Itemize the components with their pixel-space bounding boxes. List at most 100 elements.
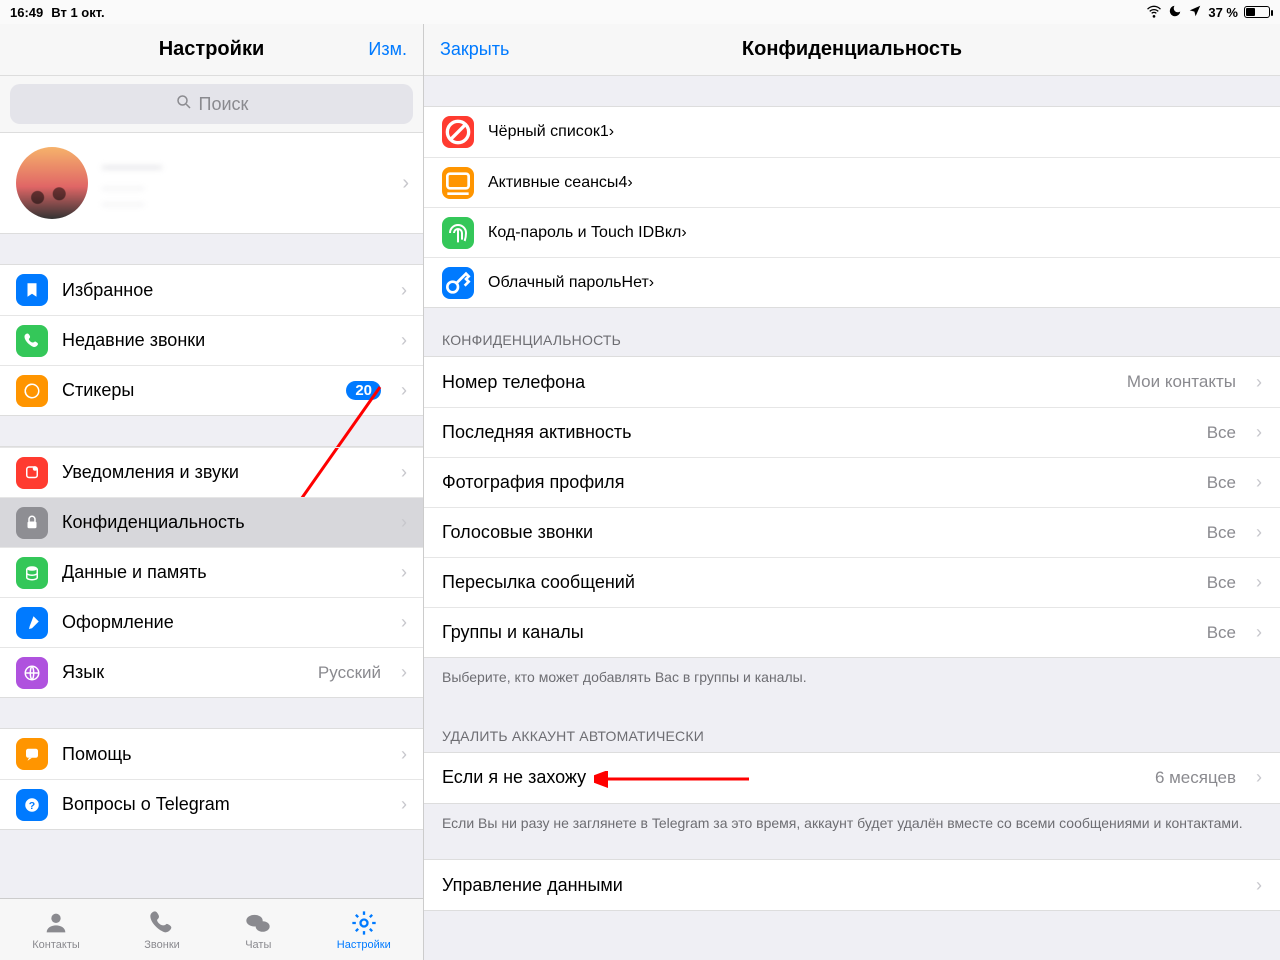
- row-privacy[interactable]: Пересылка сообщенийВсе›: [424, 557, 1280, 607]
- row-value: Мои контакты: [1127, 372, 1236, 392]
- sidebar-item-sticker[interactable]: Стикеры 20 ›: [0, 365, 423, 415]
- row-monitor[interactable]: Активные сеансы4›: [424, 157, 1280, 207]
- wifi-icon: [1146, 3, 1162, 22]
- tab-contacts[interactable]: Контакты: [32, 909, 80, 951]
- privacy-section-header: КОНФИДЕНЦИАЛЬНОСТЬ: [424, 308, 1280, 356]
- moon-icon: [1168, 4, 1182, 21]
- sidebar-header: Настройки Изм.: [0, 24, 423, 76]
- row-label: Чёрный список: [488, 123, 600, 141]
- chevron-right-icon: ›: [609, 123, 614, 141]
- chevron-right-icon: ›: [681, 224, 686, 242]
- block-icon: [442, 116, 474, 148]
- sidebar-item-bookmark[interactable]: Избранное ›: [0, 265, 423, 315]
- sidebar-item-question[interactable]: ?Вопросы о Telegram›: [0, 779, 423, 829]
- row-fingerprint[interactable]: Код-пароль и Touch IDВкл›: [424, 207, 1280, 257]
- row-data-management[interactable]: Управление данными ›: [424, 860, 1280, 910]
- privacy-section-footer: Выберите, кто может добавлять Вас в груп…: [424, 658, 1280, 692]
- status-bar: 16:49 Вт 1 окт. 37 %: [0, 0, 1280, 24]
- search-placeholder: Поиск: [199, 94, 249, 115]
- delete-section-footer: Если Вы ни разу не заглянете в Telegram …: [424, 804, 1280, 838]
- row-label: Активные сеансы: [488, 174, 618, 192]
- lock-icon: [16, 507, 48, 539]
- close-button[interactable]: Закрыть: [440, 39, 509, 60]
- brush-icon: [16, 607, 48, 639]
- tab-bar: Контакты Звонки Чаты Настройки: [0, 898, 423, 960]
- row-label: Облачный пароль: [488, 274, 622, 292]
- chevron-right-icon: ›: [401, 380, 407, 401]
- row-privacy[interactable]: Группы и каналыВсе›: [424, 607, 1280, 657]
- detail-panel: Закрыть Конфиденциальность Чёрный список…: [424, 24, 1280, 960]
- row-value: Нет: [622, 274, 649, 292]
- chevron-right-icon: ›: [402, 172, 409, 195]
- chevron-right-icon: ›: [1256, 472, 1262, 493]
- search-input[interactable]: Поиск: [10, 84, 413, 124]
- chevron-right-icon: ›: [401, 330, 407, 351]
- phone-icon: [16, 325, 48, 357]
- chevron-right-icon: ›: [1256, 572, 1262, 593]
- sidebar-item-globe[interactable]: ЯзыкРусский›: [0, 647, 423, 697]
- tab-calls[interactable]: Звонки: [144, 909, 180, 951]
- row-block[interactable]: Чёрный список1›: [424, 107, 1280, 157]
- chevron-right-icon: ›: [401, 744, 407, 765]
- sidebar-item-phone[interactable]: Недавние звонки›: [0, 315, 423, 365]
- row-key[interactable]: Облачный парольНет›: [424, 257, 1280, 307]
- sidebar-item-label: Оформление: [62, 612, 174, 633]
- row-if-away[interactable]: Если я не захожу 6 месяцев ›: [424, 753, 1280, 803]
- row-privacy[interactable]: Номер телефона Мои контакты ›: [424, 357, 1280, 407]
- chevron-right-icon: ›: [1256, 767, 1262, 788]
- sidebar-item-label: Данные и память: [62, 562, 207, 583]
- chevron-right-icon: ›: [401, 794, 407, 815]
- sticker-icon: [16, 375, 48, 407]
- sidebar-item-brush[interactable]: Оформление ›: [0, 597, 423, 647]
- profile-row[interactable]: ——— ——— ——— ›: [0, 132, 423, 234]
- row-value: Все: [1207, 573, 1236, 593]
- sidebar-item-label: Избранное: [62, 280, 153, 301]
- chevron-right-icon: ›: [1256, 422, 1262, 443]
- tab-settings[interactable]: Настройки: [337, 909, 391, 951]
- sidebar-item-label: Язык: [62, 662, 104, 683]
- sidebar-item-label: Помощь: [62, 744, 132, 765]
- row-privacy[interactable]: Голосовые звонкиВсе›: [424, 507, 1280, 557]
- row-value: Все: [1207, 523, 1236, 543]
- bell-icon: [16, 457, 48, 489]
- sidebar-title: Настройки: [159, 38, 265, 61]
- search-icon: [175, 93, 193, 116]
- detail-title: Конфиденциальность: [742, 38, 962, 61]
- sidebar-item-label: Стикеры: [62, 380, 134, 401]
- status-time: 16:49: [10, 5, 43, 20]
- data-icon: [16, 557, 48, 589]
- chevron-right-icon: ›: [401, 462, 407, 483]
- key-icon: [442, 267, 474, 299]
- row-label: Номер телефона: [442, 372, 585, 393]
- avatar: [16, 147, 88, 219]
- edit-button[interactable]: Изм.: [368, 39, 407, 60]
- row-privacy[interactable]: Фотография профиляВсе›: [424, 457, 1280, 507]
- chevron-right-icon: ›: [1256, 522, 1262, 543]
- chevron-right-icon: ›: [1256, 372, 1262, 393]
- sidebar-item-lock[interactable]: Конфиденциальность›: [0, 497, 423, 547]
- row-value: Все: [1207, 623, 1236, 643]
- fingerprint-icon: [442, 217, 474, 249]
- monitor-icon: [442, 167, 474, 199]
- sidebar-item-bell[interactable]: Уведомления и звуки ›: [0, 447, 423, 497]
- detail-header: Закрыть Конфиденциальность: [424, 24, 1280, 76]
- chevron-right-icon: ›: [1256, 875, 1262, 896]
- sidebar-item-chat[interactable]: Помощь ›: [0, 729, 423, 779]
- chevron-right-icon: ›: [1256, 622, 1262, 643]
- battery-icon: [1244, 6, 1270, 18]
- row-label: Фотография профиля: [442, 472, 624, 493]
- settings-sidebar: Настройки Изм. Поиск ——— ——— ——— › Избра…: [0, 24, 424, 960]
- sidebar-item-label: Вопросы о Telegram: [62, 794, 230, 815]
- chevron-right-icon: ›: [401, 512, 407, 533]
- sidebar-item-data[interactable]: Данные и память›: [0, 547, 423, 597]
- profile-text: ——— ——— ———: [102, 156, 162, 211]
- row-label: Последняя активность: [442, 422, 632, 443]
- row-privacy[interactable]: Последняя активностьВсе›: [424, 407, 1280, 457]
- chevron-right-icon: ›: [401, 612, 407, 633]
- chevron-right-icon: ›: [401, 280, 407, 301]
- tab-chats[interactable]: Чаты: [244, 909, 272, 951]
- row-value: Вкл: [654, 224, 681, 242]
- badge: 20: [346, 381, 381, 400]
- sidebar-item-label: Уведомления и звуки: [62, 462, 239, 483]
- row-value: 4: [618, 174, 627, 192]
